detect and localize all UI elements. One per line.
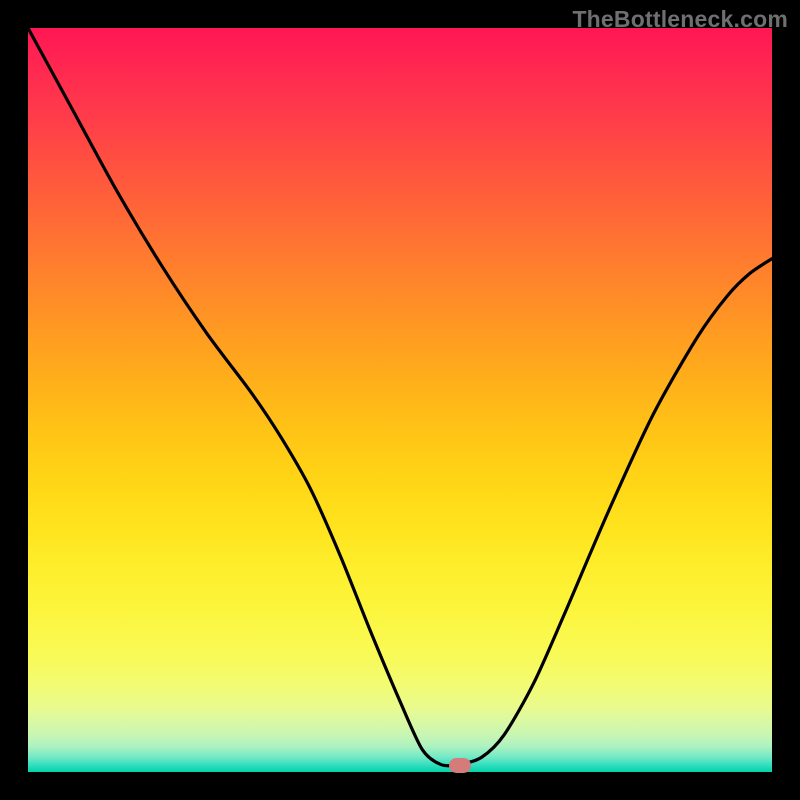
watermark-label: TheBottleneck.com	[572, 6, 788, 33]
bottleneck-curve	[28, 28, 772, 772]
chart-container: TheBottleneck.com	[0, 0, 800, 800]
optimal-marker	[449, 758, 471, 773]
